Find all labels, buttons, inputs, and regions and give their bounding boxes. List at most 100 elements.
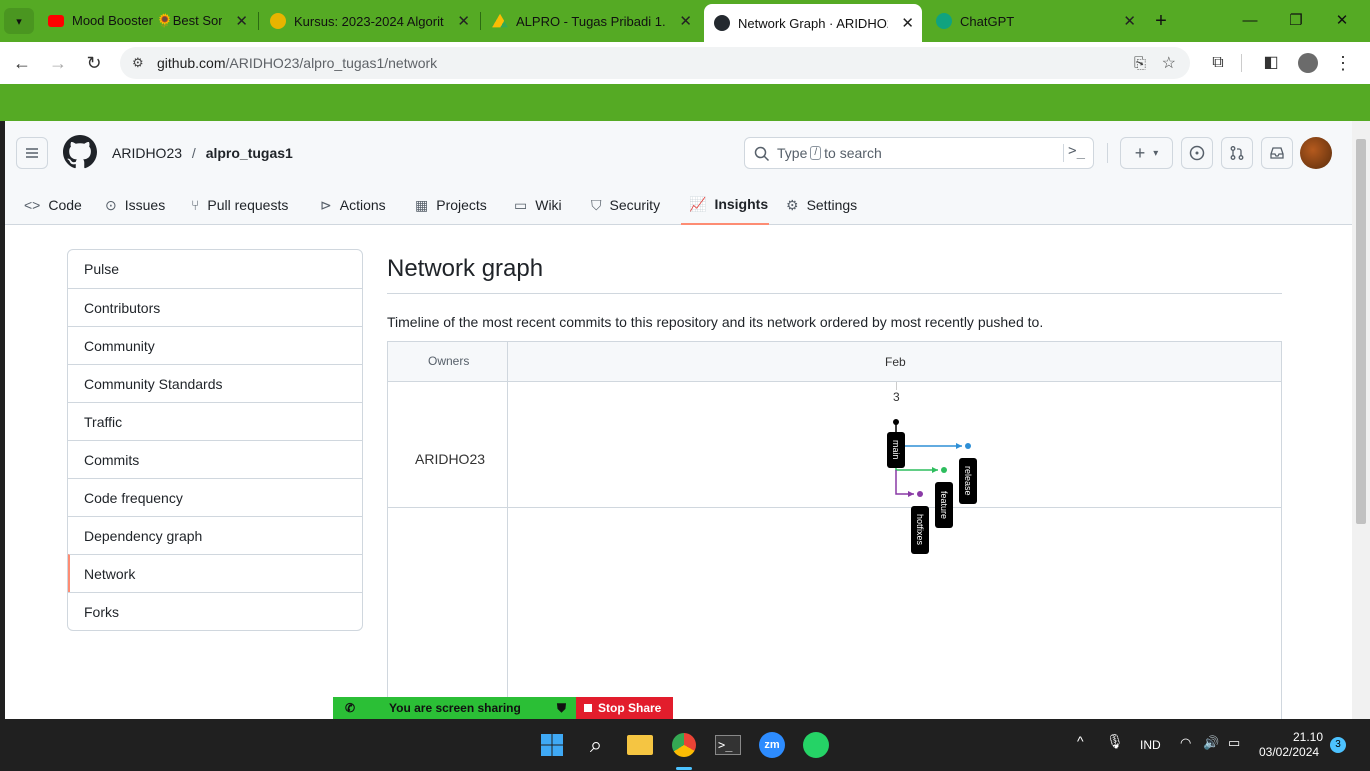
tab-search-button[interactable]: ▾ [4,8,34,34]
tab-title: Mood Booster 🌻Best Songs [72,13,222,28]
bookmark-star-icon[interactable]: ☆ [1162,53,1176,73]
install-app-icon[interactable]: ⎘ [1134,55,1146,72]
volume-icon[interactable]: 🔊 [1203,735,1219,751]
site-info-icon[interactable]: ⚙ [132,55,144,71]
tab-settings[interactable]: ⚙ Settings [786,185,857,225]
branch-label-hotfixes[interactable]: hotfixes [911,506,929,554]
tab-issues[interactable]: ⊙ Issues [105,185,165,225]
file-explorer-icon[interactable] [623,728,657,762]
close-icon[interactable]: ✕ [679,12,692,30]
wifi-icon[interactable]: ◠ [1180,735,1191,751]
tab-security[interactable]: ⛉ Security [591,185,660,225]
close-icon[interactable]: ✕ [457,12,470,30]
branch-label-main[interactable]: main [887,432,905,468]
code-icon: <> [24,197,41,213]
scrollbar-thumb[interactable] [1356,139,1366,524]
sidebar-item-traffic[interactable]: Traffic [68,402,362,440]
search-input[interactable]: Type / to search >_ [744,137,1094,169]
branch-label-feature[interactable]: feature [935,482,953,528]
branch-label-release[interactable]: release [959,458,977,504]
browser-menu-icon[interactable]: ⋮ [1330,50,1356,76]
extensions-icon[interactable]: ⧉ [1205,50,1231,76]
sidebar-item-pulse[interactable]: Pulse [68,250,362,288]
forward-icon[interactable]: → [45,50,71,76]
stop-share-button[interactable]: Stop Share [576,697,673,719]
tab-network-graph[interactable]: Network Graph · ARIDHO23/ ✕ [704,4,922,42]
repo-header: ARIDHO23 / alpro_tugas1 Type / to search… [5,121,1352,225]
side-panel-icon[interactable]: ◧ [1258,50,1284,76]
commit-dot [917,491,923,497]
profile-avatar[interactable] [1295,50,1321,76]
page-title: Network graph [387,255,544,282]
tab-projects[interactable]: ▦ Projects [415,185,487,225]
page-scrollbar[interactable] [1352,121,1370,719]
windows-start-icon[interactable] [535,728,569,762]
sidebar-item-community-standards[interactable]: Community Standards [68,364,362,402]
tab-wiki[interactable]: ▭ Wiki [514,185,562,225]
reload-icon[interactable]: ↻ [81,50,107,76]
network-graph[interactable]: Owners Feb ARIDHO23 3 main release featu… [387,341,1282,719]
sidebar-item-dependency-graph[interactable]: Dependency graph [68,516,362,554]
address-bar[interactable]: ⚙ github.com/ARIDHO23/alpro_tugas1/netwo… [120,47,1190,79]
tab-alpro-pdf[interactable]: ALPRO - Tugas Pribadi 1.pdf ✕ [482,6,700,36]
windows-taskbar: ⌕ >_ zm ^ 🎙 IND ◠ 🔊 ▭ 21.10 03/02/2024 3 [0,719,1370,771]
microphone-icon[interactable]: 🎙 [1106,733,1124,750]
chrome-icon[interactable] [667,728,701,762]
tab-mood-booster[interactable]: Mood Booster 🌻Best Songs ✕ [38,6,256,36]
issue-icon: ⊙ [105,196,117,213]
book-icon: ▭ [514,196,528,213]
sidebar-item-commits[interactable]: Commits [68,440,362,478]
pull-request-icon [1230,146,1244,160]
page-description: Timeline of the most recent commits to t… [387,314,1044,330]
tab-title: Kursus: 2023-2024 Algoritma [294,13,444,29]
inbox-button[interactable] [1261,137,1293,169]
tab-kursus[interactable]: Kursus: 2023-2024 Algoritma ✕ [260,6,478,36]
minimize-icon[interactable]: — [1236,8,1264,34]
tab-label: Wiki [535,197,562,213]
repo-owner-link[interactable]: ARIDHO23 [112,145,182,161]
search-icon[interactable]: ⌕ [579,728,613,762]
notification-badge[interactable]: 3 [1330,737,1346,753]
issues-button[interactable] [1181,137,1213,169]
chevron-up-icon[interactable]: ^ [1077,733,1084,749]
whatsapp-icon[interactable] [799,728,833,762]
repo-name-link[interactable]: alpro_tugas1 [206,145,293,161]
tab-code[interactable]: <> Code [24,185,82,225]
tab-actions[interactable]: ⊳ Actions [320,185,386,225]
pull-requests-button[interactable] [1221,137,1253,169]
tab-label: Projects [436,197,487,213]
tab-insights[interactable]: 📈 Insights [681,185,769,225]
sidebar-item-contributors[interactable]: Contributors [68,288,362,326]
back-icon[interactable]: ← [9,50,35,76]
tab-label: Pull requests [207,197,289,213]
clock-time[interactable]: 21.10 [1293,730,1323,744]
user-avatar[interactable] [1300,137,1332,169]
network-graph-header: Owners Feb [388,342,1281,382]
inbox-icon [1270,147,1284,159]
sidebar-item-community[interactable]: Community [68,326,362,364]
sidebar-item-code-frequency[interactable]: Code frequency [68,478,362,516]
tab-label: Settings [806,197,858,213]
github-logo-icon[interactable] [63,135,97,169]
zoom-icon[interactable]: zm [755,728,789,762]
command-palette-icon[interactable]: >_ [1068,143,1085,159]
search-shortcut-key: / [810,146,822,160]
commit-dot [965,443,971,449]
language-indicator[interactable]: IND [1140,738,1161,752]
tab-pull-requests[interactable]: ⑂ Pull requests [191,185,288,225]
sidebar-item-forks[interactable]: Forks [68,592,362,630]
create-new-button[interactable]: + ▾ [1120,137,1173,169]
screen-share-border [0,84,1370,121]
battery-icon[interactable]: ▭ [1228,735,1240,751]
close-icon[interactable]: ✕ [901,14,914,32]
sidebar-item-network[interactable]: Network [68,554,362,592]
close-icon[interactable]: ✕ [235,12,248,30]
restore-icon[interactable]: ❐ [1282,8,1310,34]
window-close-icon[interactable]: ✕ [1328,8,1356,34]
clock-date[interactable]: 03/02/2024 [1259,745,1319,759]
close-icon[interactable]: ✕ [1123,12,1136,30]
hamburger-menu-icon[interactable] [16,137,48,169]
tab-chatgpt[interactable]: ChatGPT ✕ [926,6,1144,36]
terminal-icon[interactable]: >_ [711,728,745,762]
new-tab-icon[interactable]: + [1147,8,1175,34]
